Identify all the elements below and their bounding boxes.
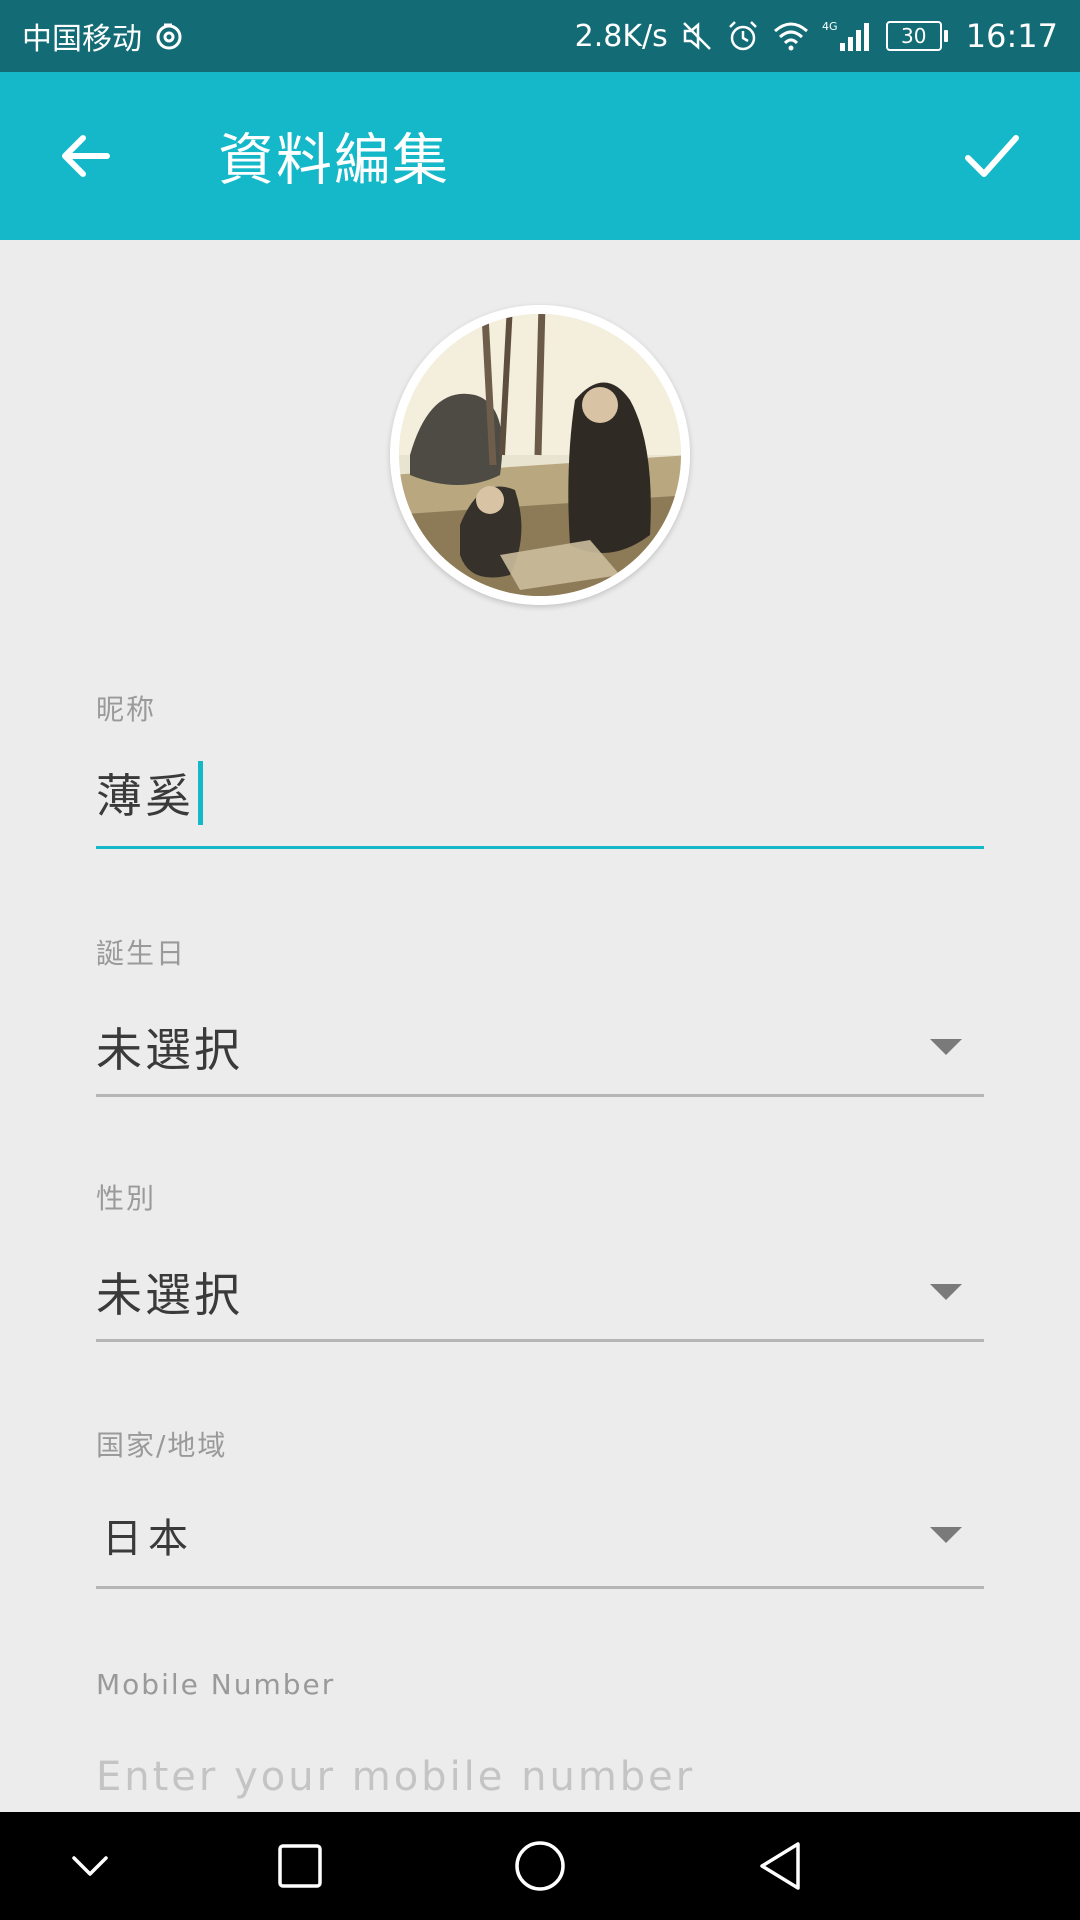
triangle-back-icon: [760, 1842, 800, 1890]
wifi-icon: [772, 21, 810, 51]
country-label: 国家/地域: [96, 1429, 228, 1462]
country-underline: [96, 1586, 984, 1589]
gender-dropdown[interactable]: 未選択: [96, 1259, 984, 1325]
gender-label: 性別: [96, 1182, 157, 1215]
gender-field: 性別 未選択: [96, 1177, 984, 1343]
app-bar: 資料編集: [0, 72, 1080, 240]
country-field: 国家/地域 日本: [96, 1424, 984, 1590]
gender-value: 未選択: [96, 1268, 243, 1322]
back-nav-button[interactable]: [740, 1826, 820, 1906]
clock: 16:17: [965, 17, 1058, 55]
network-speed: 2.8K/s: [574, 18, 668, 54]
gender-underline: [96, 1339, 984, 1342]
mobile-label: Mobile Number: [96, 1668, 336, 1701]
nickname-value: 薄奚: [96, 769, 194, 823]
chevron-down-icon: [72, 1856, 108, 1876]
mobile-field: Mobile Number: [96, 1668, 984, 1808]
nickname-field: 昵称 薄奚: [96, 688, 984, 849]
alarm-icon: [726, 19, 760, 53]
back-button[interactable]: [50, 121, 120, 191]
status-right: 2.8K/s 4G 30 16:17: [575, 17, 1058, 55]
carrier-label: 中国移动: [22, 22, 142, 57]
status-left: 中国移动: [22, 14, 184, 58]
dropdown-arrow-icon: [930, 1527, 962, 1543]
hide-keyboard-button[interactable]: [50, 1826, 130, 1906]
nickname-underline: [96, 846, 984, 849]
battery-icon: 30: [885, 21, 948, 51]
checkmark-icon: [965, 135, 1019, 177]
dropdown-arrow-icon: [930, 1039, 962, 1055]
nickname-value-wrap: 薄奚: [96, 760, 203, 826]
text-cursor: [198, 761, 203, 825]
navigation-bar: [0, 1812, 1080, 1920]
mute-icon: [680, 19, 714, 53]
save-button[interactable]: [952, 116, 1032, 196]
country-dropdown[interactable]: 日本: [96, 1506, 984, 1564]
square-icon: [278, 1844, 322, 1888]
signal-icon: 4G: [822, 19, 874, 53]
nickname-input[interactable]: 薄奚: [96, 760, 984, 826]
screen: 中国移动 2.8K/s 4G 30 16:17 資料編集 昵称 薄奚 誕生日 未…: [0, 0, 1080, 1920]
battery-tip: [943, 30, 948, 42]
netease-icon: [154, 21, 184, 51]
circle-icon: [515, 1841, 565, 1891]
battery-level: 30: [885, 21, 942, 51]
avatar-image: [390, 305, 690, 605]
dropdown-arrow-icon: [930, 1284, 962, 1300]
birthday-underline: [96, 1094, 984, 1097]
birthday-dropdown[interactable]: 未選択: [96, 1014, 984, 1080]
home-button[interactable]: [500, 1826, 580, 1906]
birthday-label: 誕生日: [96, 937, 187, 970]
status-bar: 中国移动 2.8K/s 4G 30 16:17: [0, 0, 1080, 72]
country-value: 日本: [102, 1516, 194, 1562]
recents-button[interactable]: [260, 1826, 340, 1906]
avatar[interactable]: [390, 305, 690, 605]
birthday-field: 誕生日 未選択: [96, 932, 984, 1098]
arrow-left-icon: [62, 135, 110, 177]
mobile-number-input[interactable]: [96, 1754, 984, 1800]
birthday-value: 未選択: [96, 1023, 243, 1077]
page-title: 資料編集: [218, 128, 450, 194]
nickname-label: 昵称: [96, 693, 157, 726]
network-type-label: 4G: [822, 20, 838, 33]
